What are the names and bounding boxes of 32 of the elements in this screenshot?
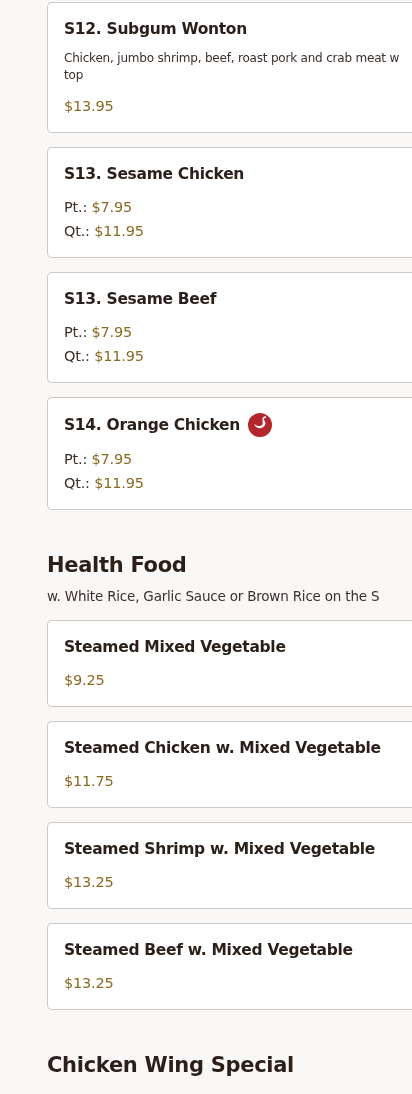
menu-item-card[interactable]: Steamed Mixed Vegetable $9.25	[47, 620, 412, 707]
price-line: Qt.: $11.95	[64, 222, 145, 241]
price-line: Qt.: $11.95	[64, 474, 145, 493]
section-subtitle: w. White Rice, Garlic Sauce or Brown Rice on the S	[47, 588, 381, 604]
menu-item-card[interactable]: S13. Sesame Chicken Pt.: $7.95 Qt.: $11.95	[47, 147, 412, 258]
item-description: Chicken, jumbo shrimp, beef, roast pork and crab meat w top	[64, 50, 400, 84]
item-name: Steamed Beef w. Mixed Vegetable	[64, 940, 353, 961]
item-name: S12. Subgum Wonton	[64, 19, 247, 40]
price-line: Qt.: $11.95	[64, 347, 145, 366]
section-title: Health Food	[47, 552, 188, 578]
price-line: Pt.: $7.95	[64, 198, 134, 217]
menu-item-card[interactable]: S13. Sesame Beef Pt.: $7.95 Qt.: $11.95	[47, 272, 412, 383]
item-name: Steamed Mixed Vegetable	[64, 637, 286, 658]
item-name: S13. Sesame Beef	[64, 289, 217, 310]
pepper-icon	[248, 413, 272, 437]
menu-item-card[interactable]: S12. Subgum Wonton Chicken, jumbo shrimp, beef, roast pork and crab meat w top $13.95	[47, 2, 412, 133]
item-price: $11.75	[64, 772, 115, 791]
item-name: S14. Orange Chicken	[64, 415, 240, 436]
price-line: Pt.: $7.95	[64, 450, 134, 469]
item-price: $13.25	[64, 974, 115, 993]
menu-item-card[interactable]: S14. Orange Chicken Pt.: $7.95 Qt.: $11.95	[47, 397, 412, 510]
price-line: Pt.: $7.95	[64, 323, 134, 342]
menu-item-card[interactable]: Steamed Chicken w. Mixed Vegetable $11.75	[47, 721, 412, 808]
item-price: $13.95	[64, 97, 115, 116]
item-price: $13.25	[64, 873, 115, 892]
item-name: Steamed Chicken w. Mixed Vegetable	[64, 738, 381, 759]
item-name: S13. Sesame Chicken	[64, 164, 245, 185]
menu-item-card[interactable]: Steamed Shrimp w. Mixed Vegetable $13.25	[47, 822, 412, 909]
section-title: Chicken Wing Special	[47, 1052, 295, 1078]
item-price: $9.25	[64, 671, 106, 690]
menu-item-card[interactable]: Steamed Beef w. Mixed Vegetable $13.25	[47, 923, 412, 1010]
item-name: Steamed Shrimp w. Mixed Vegetable	[64, 839, 375, 860]
